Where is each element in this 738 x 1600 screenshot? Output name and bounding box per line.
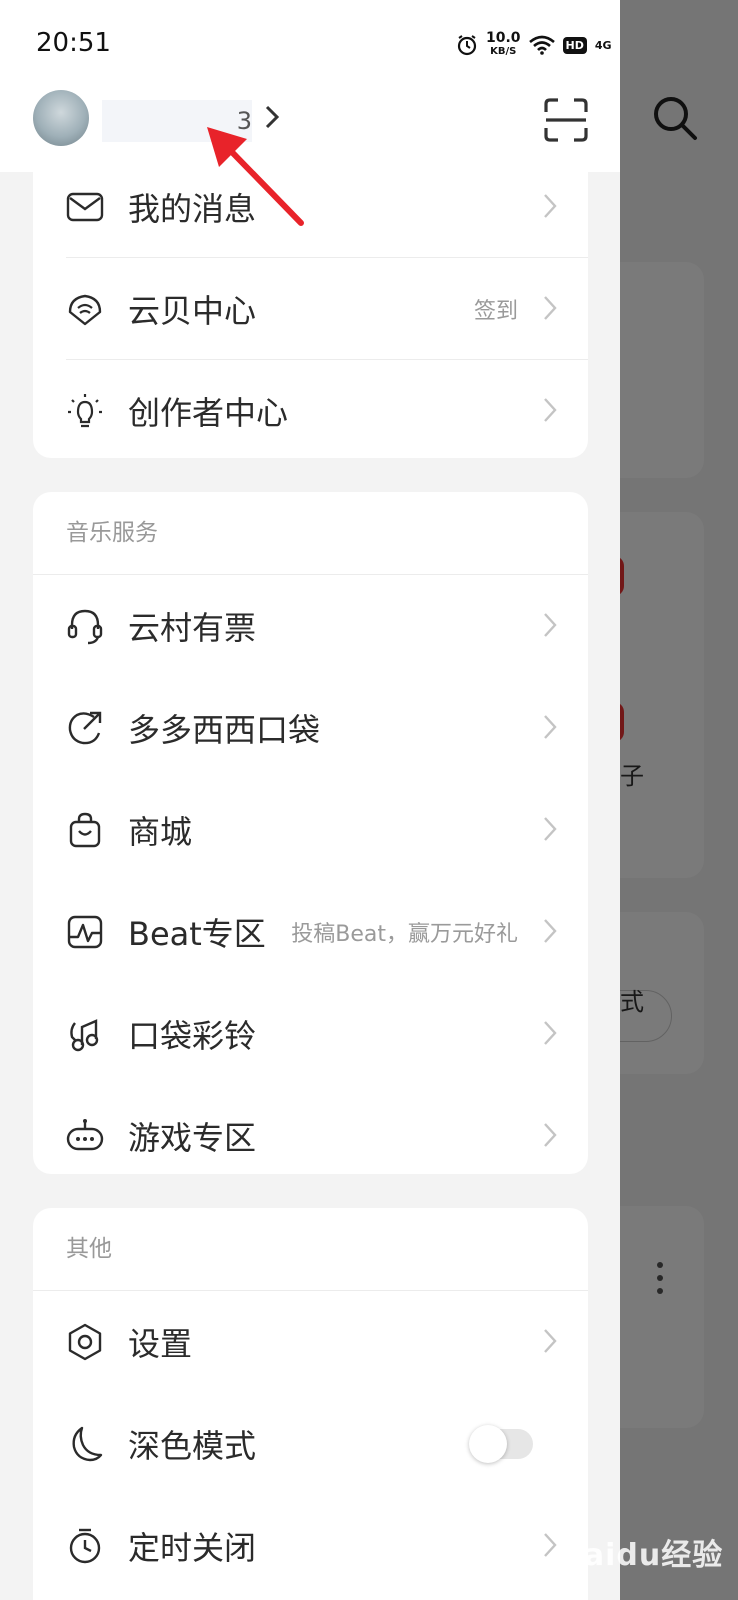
bulb-icon <box>68 394 102 428</box>
music-note-icon <box>70 1019 99 1052</box>
chevron-right-icon <box>544 194 557 218</box>
status-icons: 10.0 KB/S HD 4G 96 <box>456 30 620 60</box>
menu-item-beat-zone[interactable]: Beat专区 投稿Beat，赢万元好礼 <box>33 881 588 983</box>
chevron-right-icon <box>544 613 557 637</box>
timer-icon <box>69 1528 101 1564</box>
chevron-right-icon <box>544 919 557 943</box>
beat-promo-hint: 投稿Beat，赢万元好礼 <box>291 922 518 947</box>
moon-icon <box>72 1426 103 1462</box>
chevron-right-icon <box>544 715 557 739</box>
status-bar: 20:51 10.0 KB/S HD 4G <box>0 0 620 80</box>
shopping-bag-icon <box>69 812 101 848</box>
side-drawer: 20:51 10.0 KB/S HD 4G 3 我的消息 云贝中心 签到 创作者… <box>0 0 620 1600</box>
section-title-music-services: 音乐服务 <box>33 492 588 575</box>
headset-icon <box>67 609 103 645</box>
menu-item-label: 口袋彩铃 <box>128 1017 257 1055</box>
menu-item-game-zone[interactable]: 游戏专区 <box>33 1085 588 1174</box>
menu-item-label: Beat专区 <box>128 915 266 953</box>
chevron-right-icon <box>544 398 557 422</box>
music-services-card: 音乐服务 云村有票 多多西西口袋 商城 Beat专区 投稿Beat，赢万元好礼 … <box>33 492 588 1174</box>
net-speed-value: 10.0 <box>486 30 521 46</box>
menu-item-creator-center[interactable]: 创作者中心 <box>33 360 588 458</box>
dim-overlay[interactable] <box>620 0 738 1600</box>
beat-chart-icon <box>67 915 103 949</box>
net-speed: 10.0 KB/S <box>486 30 521 58</box>
menu-item-label: 深色模式 <box>128 1427 257 1465</box>
section-title-others: 其他 <box>33 1208 588 1291</box>
status-time: 20:51 <box>36 28 111 58</box>
menu-item-dark-mode[interactable]: 深色模式 <box>33 1393 588 1495</box>
menu-item-cloud-coin[interactable]: 云贝中心 签到 <box>33 258 588 360</box>
annotation-arrow-icon <box>207 127 304 226</box>
menu-item-settings[interactable]: 设置 <box>33 1291 588 1393</box>
sign-in-hint[interactable]: 签到 <box>474 293 518 325</box>
gamepad-icon <box>66 1119 104 1151</box>
menu-item-label: 设置 <box>128 1325 193 1363</box>
dark-mode-toggle[interactable] <box>469 1425 533 1463</box>
menu-item-duoduo-pocket[interactable]: 多多西西口袋 <box>33 677 588 779</box>
alarm-icon <box>457 35 477 56</box>
menu-item-label: 游戏专区 <box>128 1119 257 1157</box>
chevron-right-icon <box>544 296 557 320</box>
menu-item-pocket-ringtone[interactable]: 口袋彩铃 <box>33 983 588 1085</box>
menu-item-sleep-timer[interactable]: 定时关闭 <box>33 1495 588 1597</box>
others-card: 其他 设置 深色模式 定时关闭 <box>33 1208 588 1600</box>
avatar[interactable] <box>33 90 89 146</box>
chevron-right-icon <box>544 1123 557 1147</box>
chevron-right-icon <box>544 1533 557 1557</box>
chevron-right-icon <box>544 1021 557 1045</box>
hd-badge: HD <box>562 36 587 54</box>
watermark: Baidu经验 <box>560 1538 724 1573</box>
menu-item-label: 云村有票 <box>128 609 257 647</box>
menu-item-label: 创作者中心 <box>128 394 289 432</box>
chevron-right-icon <box>544 817 557 841</box>
toggle-knob <box>469 1425 507 1463</box>
mail-icon <box>66 192 104 222</box>
menu-item-label: 商城 <box>128 813 193 851</box>
signal-label: 4G <box>594 38 612 52</box>
arrow-circle-icon <box>68 711 102 745</box>
chevron-right-icon <box>544 1329 557 1353</box>
cloud-coin-icon <box>68 294 102 326</box>
menu-item-label: 定时关闭 <box>128 1529 257 1567</box>
wifi-icon <box>528 35 555 55</box>
scan-icon[interactable] <box>544 98 588 142</box>
menu-item-mall[interactable]: 商城 <box>33 779 588 881</box>
menu-item-label: 多多西西口袋 <box>128 711 321 749</box>
settings-icon <box>68 1323 102 1361</box>
net-speed-unit: KB/S <box>490 46 517 57</box>
menu-item-label: 云贝中心 <box>128 292 257 330</box>
menu-item-cloud-village-tickets[interactable]: 云村有票 <box>33 575 588 677</box>
